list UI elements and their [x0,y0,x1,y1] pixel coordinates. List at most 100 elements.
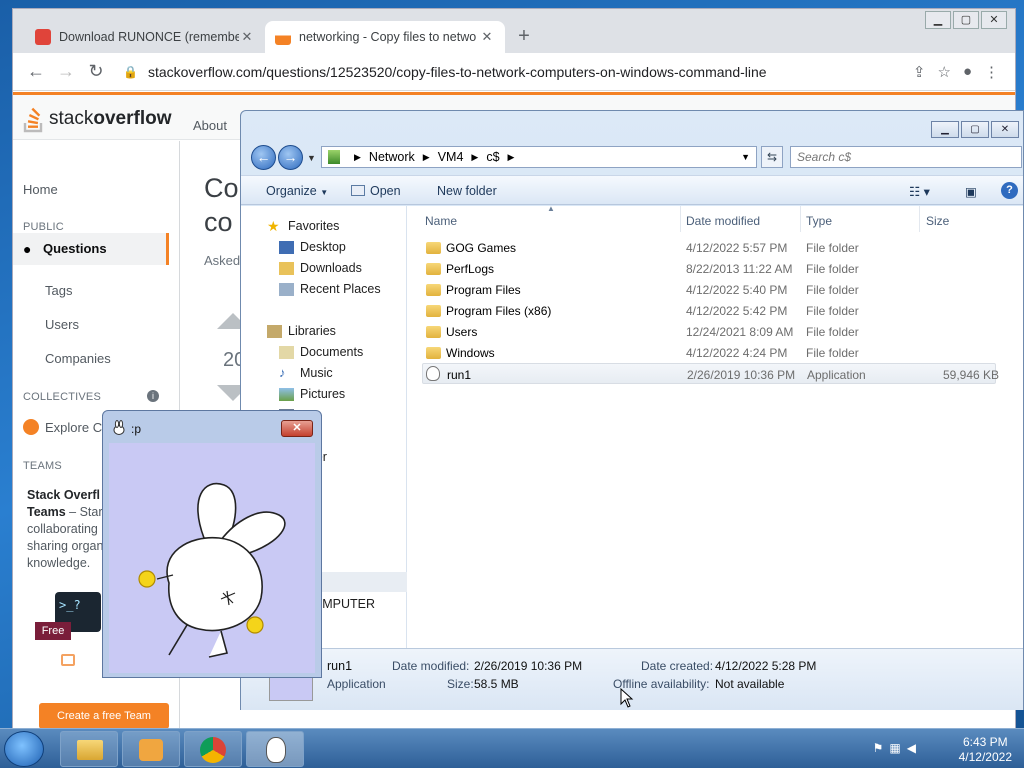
nav-documents[interactable]: Documents [279,345,363,359]
close-icon[interactable]: ✕ [239,29,255,45]
breadcrumb-network[interactable]: Network [369,150,415,164]
start-button[interactable] [4,731,44,767]
file-row[interactable]: Program Files 4/12/2022 5:40 PM File fol… [422,279,996,300]
views-icon[interactable]: ☷ ▾ [909,184,930,199]
bunny-canvas[interactable] [109,443,315,673]
window-controls: ▁ ▢ ✕ [923,11,1007,29]
minimize-button[interactable]: ▁ [925,11,951,29]
refresh-button[interactable]: ⇆ [761,146,783,168]
system-tray-icons: ⚑▦◀ [873,741,922,755]
chevron-right-icon[interactable]: ▶ [354,152,361,163]
clock-date: 4/12/2022 [958,750,1012,764]
nav-pictures[interactable]: Pictures [279,387,345,401]
organize-button[interactable]: Organize ▼ [266,184,328,198]
nav-desktop[interactable]: Desktop [279,240,346,254]
share-icon[interactable]: ⇪ [913,63,926,81]
breadcrumb-c[interactable]: c$ [486,150,499,164]
file-row[interactable]: PerfLogs 8/22/2013 11:22 AM File folder [422,258,996,279]
nav-music[interactable]: ♪ Music [279,366,333,381]
tab-stackoverflow[interactable]: networking - Copy files to netwo ✕ [265,21,505,53]
close-icon[interactable]: ✕ [479,29,495,45]
so-logo[interactable]: stack overflow [23,105,171,133]
maximize-button[interactable]: ▢ [961,121,989,138]
nav-downloads[interactable]: Downloads [279,261,362,275]
open-button[interactable]: Open [351,184,401,198]
chevron-right-icon[interactable]: ▶ [471,152,478,163]
breadcrumb-vm4[interactable]: VM4 [438,150,464,164]
volume-icon[interactable]: ◀ [907,741,922,755]
column-divider[interactable] [800,206,801,232]
taskbar-media-player[interactable] [122,731,180,767]
action-center-icon[interactable]: ⚑ [873,741,890,755]
nav-home[interactable]: Home [23,182,58,197]
chevron-down-icon[interactable]: ▼ [307,153,316,163]
address-bar[interactable]: 🔒 stackoverflow.com/questions/12523520/c… [123,57,893,87]
taskbar-bunny-app[interactable] [246,731,304,767]
about-link[interactable]: About [193,118,227,133]
nav-libraries[interactable]: Libraries [267,324,336,338]
network-icon[interactable]: ▦ [889,741,906,755]
open-label: Open [370,184,401,198]
file-row[interactable]: Windows 4/12/2022 4:24 PM File folder [422,342,996,363]
folder-icon [426,326,441,338]
create-free-team-button[interactable]: Create a free Team [39,703,169,729]
column-header-name[interactable]: Name [425,214,457,228]
desktop-icon [279,240,294,254]
tab-runonce[interactable]: Download RUNONCE (remember ✕ [25,21,265,53]
back-arrow-icon[interactable]: ← [21,61,51,82]
nav-label: Desktop [300,240,346,254]
column-divider[interactable] [919,206,920,232]
nav-favorites[interactable]: ★ Favorites [267,219,339,234]
chevron-right-icon[interactable]: ▶ [508,152,515,163]
tab-strip: Download RUNONCE (remember ✕ networking … [13,9,1015,53]
nav-label: Documents [300,345,364,359]
tab-label: Download RUNONCE (remember [59,30,239,44]
nav-users[interactable]: Users [45,317,79,332]
nav-explore-collectives[interactable]: Explore Co [45,420,109,435]
bunny-popup-window[interactable]: :p ✕ [102,410,322,678]
explorer-address-bar[interactable]: ▶ Network ▶ VM4 ▶ c$ ▶ ▼ [321,146,757,168]
maximize-button[interactable]: ▢ [953,11,979,29]
file-type: File folder [806,241,859,255]
minimize-button[interactable]: ▁ [931,121,959,138]
column-header-date[interactable]: Date modified [686,214,760,228]
taskbar-explorer[interactable] [60,731,118,767]
column-header-type[interactable]: Type [806,214,832,228]
search-input[interactable]: Search c$ [790,146,1022,168]
taskbar-chrome[interactable] [184,731,242,767]
file-row[interactable]: GOG Games 4/12/2022 5:57 PM File folder [422,237,996,258]
close-button[interactable]: ✕ [991,121,1019,138]
help-icon[interactable]: ? [1001,182,1018,199]
bunny-drawing [138,482,286,658]
file-name: Program Files [446,283,521,297]
star-icon[interactable]: ☆ [937,63,950,81]
file-row[interactable]: Program Files (x86) 4/12/2022 5:42 PM Fi… [422,300,996,321]
file-row[interactable]: Users 12/24/2021 8:09 AM File folder [422,321,996,342]
forward-arrow-icon[interactable]: → [278,145,303,170]
info-icon[interactable]: i [147,390,159,402]
reload-icon[interactable]: ↻ [81,61,111,82]
file-type: File folder [806,283,859,297]
back-arrow-icon[interactable]: ← [251,145,276,170]
profile-icon[interactable]: ● [963,63,972,81]
clock[interactable]: 6:43 PM 4/12/2022 [959,735,1012,765]
nav-recent-places[interactable]: Recent Places [279,282,381,296]
forward-arrow-icon[interactable]: → [51,61,81,82]
popup-close-button[interactable]: ✕ [281,420,313,437]
chevron-right-icon[interactable]: ▶ [423,152,430,163]
column-header-size[interactable]: Size [926,214,949,228]
nav-questions[interactable]: Questions ● [13,233,169,265]
file-row-selected[interactable]: run1 2/26/2019 10:36 PM Application 59,9… [422,363,999,384]
nav-tags[interactable]: Tags [45,283,72,298]
new-tab-button[interactable]: + [513,25,535,48]
folder-icon [426,242,441,254]
chevron-down-icon[interactable]: ▼ [741,152,750,162]
nav-companies[interactable]: Companies [45,351,111,366]
new-folder-button[interactable]: New folder [437,184,497,198]
preview-pane-icon[interactable]: ▣ [965,184,977,199]
details-created-label: Date created: [641,659,714,673]
close-button[interactable]: ✕ [981,11,1007,29]
menu-icon[interactable]: ⋮ [984,63,999,81]
browser-toolbar: ← → ↻ 🔒 stackoverflow.com/questions/1252… [13,53,1015,91]
column-divider[interactable] [680,206,681,232]
